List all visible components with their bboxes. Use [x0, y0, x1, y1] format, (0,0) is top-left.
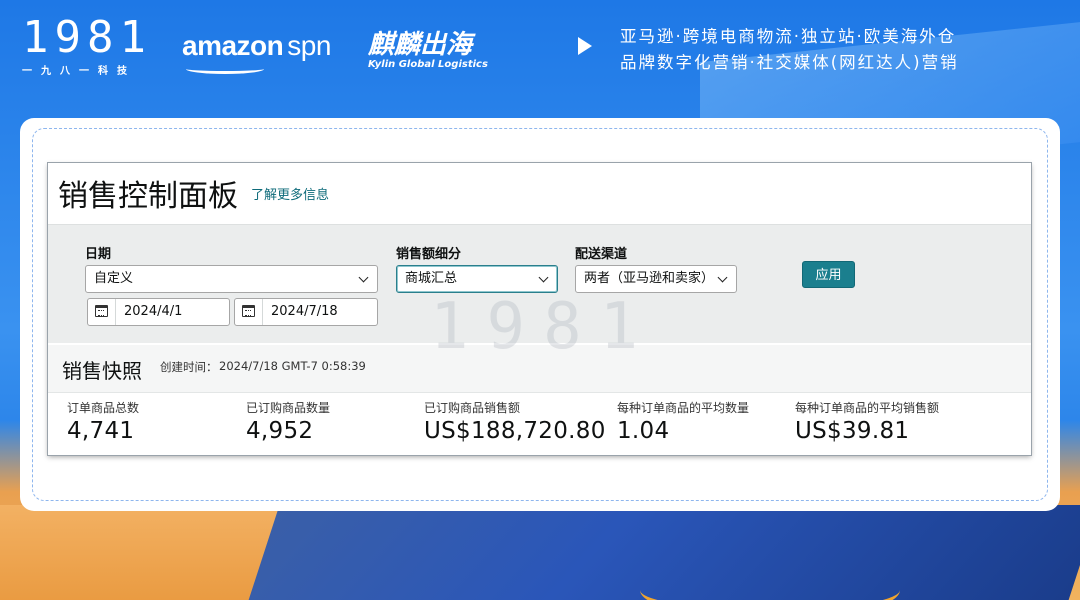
metric-value: 4,741	[67, 418, 135, 444]
logo-1981-subtitle: 一九八一科技	[22, 66, 136, 77]
created-time-label: 创建时间：	[160, 360, 218, 374]
metric-label: 已订购商品销售额	[424, 401, 521, 415]
end-date-input[interactable]: 2024/7/18	[234, 298, 378, 326]
amazon-wordmark: amazon	[182, 30, 284, 61]
metric-value: 1.04	[617, 418, 670, 444]
chevron-down-icon	[717, 272, 728, 283]
fulfillment-channel-select[interactable]: 两者（亚马逊和卖家）	[575, 265, 737, 293]
play-icon	[578, 37, 592, 55]
metric-ordered-product-sales: 已订购商品销售额 US$188,720.80	[424, 399, 606, 444]
sales-breakdown-value: 商城汇总	[405, 271, 458, 286]
apply-button[interactable]: 应用	[802, 261, 855, 288]
end-date-value: 2024/7/18	[271, 304, 338, 319]
metric-label: 每种订单商品的平均销售额	[795, 401, 940, 415]
amazon-spn-logo: amazon spn	[182, 30, 331, 74]
metric-value: US$188,720.80	[424, 418, 606, 444]
fulfillment-channel-value: 两者（亚马逊和卖家）	[584, 271, 715, 286]
date-label: 日期	[85, 247, 112, 262]
banner-header: 1981 一九八一科技 amazon spn 麒麟出海 Kylin Global …	[0, 0, 1080, 110]
tagline-line-2: 品牌数字化营销·社交媒体(网红达人)营销	[620, 53, 959, 72]
metric-label: 每种订单商品的平均数量	[617, 401, 750, 415]
metric-label: 订单商品总数	[67, 401, 140, 415]
amazon-smile-image	[640, 560, 900, 600]
chevron-down-icon	[358, 272, 369, 283]
calendar-icon	[95, 305, 108, 317]
date-range-value: 自定义	[94, 271, 134, 286]
kylin-logo: 麒麟出海 Kylin Global Logistics	[368, 24, 488, 70]
metric-label: 已订购商品数量	[246, 401, 331, 415]
metric-avg-units-per-order-item: 每种订单商品的平均数量 1.04	[617, 399, 749, 444]
calendar-icon	[242, 305, 255, 317]
page-title: 销售控制面板	[58, 179, 238, 214]
tagline-line-1: 亚马逊·跨境电商物流·独立站·欧美海外仓	[620, 27, 957, 46]
logo-1981: 1981 一九八一科技	[22, 12, 162, 78]
chevron-down-icon	[538, 272, 549, 283]
created-time: 2024/7/18 GMT-7 0:58:39	[219, 359, 366, 373]
breakdown-label: 销售额细分	[396, 247, 462, 262]
spn-wordmark: spn	[287, 30, 331, 61]
metric-units-ordered: 已订购商品数量 4,952	[246, 399, 330, 444]
tagline: 亚马逊·跨境电商物流·独立站·欧美海外仓 品牌数字化营销·社交媒体(网红达人)营…	[620, 24, 959, 76]
logo-1981-mark: 1981	[22, 12, 152, 63]
metric-value: US$39.81	[795, 418, 910, 444]
sales-breakdown-select[interactable]: 商城汇总	[396, 265, 558, 293]
start-date-value: 2024/4/1	[124, 304, 183, 319]
calendar-button[interactable]	[88, 299, 116, 325]
calendar-button[interactable]	[235, 299, 263, 325]
metric-value: 4,952	[246, 418, 314, 444]
kylin-logo-en: Kylin Global Logistics	[368, 59, 488, 70]
learn-more-link[interactable]: 了解更多信息	[251, 184, 329, 203]
watermark-1981-logo: 1981	[430, 290, 657, 364]
channel-label: 配送渠道	[575, 247, 628, 262]
kylin-logo-cn: 麒麟出海	[368, 30, 473, 60]
metric-total-order-items: 订单商品总数 4,741	[67, 399, 139, 444]
snapshot-title: 销售快照	[62, 359, 142, 383]
amazon-arrow-icon	[186, 64, 264, 74]
date-range-select[interactable]: 自定义	[85, 265, 378, 293]
start-date-input[interactable]: 2024/4/1	[87, 298, 230, 326]
metric-avg-sales-per-order-item: 每种订单商品的平均销售额 US$39.81	[795, 399, 939, 444]
title-row: 销售控制面板 了解更多信息	[48, 163, 1031, 224]
